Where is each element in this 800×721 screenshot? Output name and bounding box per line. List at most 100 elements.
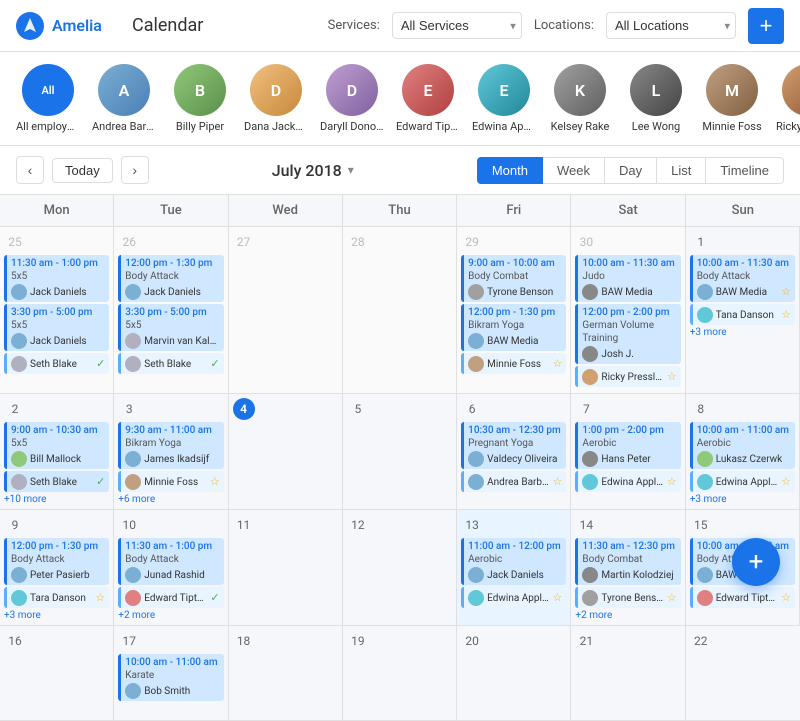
staff-dana[interactable]: D Dana Jackson xyxy=(244,64,308,133)
event[interactable]: 9:30 am - 11:00 am Bikram Yoga James Ika… xyxy=(118,422,223,469)
staff-minnie[interactable]: M Minnie Foss xyxy=(700,64,764,133)
event[interactable]: Tara Danson ☆ xyxy=(4,587,109,608)
cell-jul11[interactable]: 11 xyxy=(229,510,343,626)
cell-jul20[interactable]: 20 xyxy=(457,626,571,721)
event[interactable]: 10:00 am - 11:00 am Karate Bob Smith xyxy=(118,654,223,701)
view-month[interactable]: Month xyxy=(477,157,543,184)
cell-jul17[interactable]: 17 10:00 am - 11:00 am Karate Bob Smith xyxy=(114,626,228,721)
event[interactable]: Edward Tipton ✓ xyxy=(118,587,223,608)
event[interactable]: 12:00 pm - 1:30 pm Body Attack Jack Dani… xyxy=(118,255,223,302)
cell-jul2[interactable]: 2 9:00 am - 10:30 am 5x5 Bill Mallock Se… xyxy=(0,394,114,510)
event[interactable]: Edwina Appleby ☆ xyxy=(690,471,795,492)
staff-ricky[interactable]: R Ricky Pressley xyxy=(776,64,800,133)
cell-jul4[interactable]: 4 xyxy=(229,394,343,510)
staff-billy-name: Billy Piper xyxy=(176,120,224,133)
more-link[interactable]: +10 more xyxy=(4,494,109,505)
event[interactable]: Seth Blake ✓ xyxy=(4,353,109,374)
staff-kelsey[interactable]: K Kelsey Rake xyxy=(548,64,612,133)
staff-edward[interactable]: E Edward Tipton xyxy=(396,64,460,133)
event[interactable]: 10:30 am - 12:30 pm Pregnant Yoga Valdec… xyxy=(461,422,566,469)
cell-jul9[interactable]: 9 12:00 pm - 1:30 pm Body Attack Peter P… xyxy=(0,510,114,626)
event[interactable]: 11:30 am - 1:00 pm Body Attack Junad Ras… xyxy=(118,538,223,585)
event[interactable]: 12:00 pm - 1:30 pm Bikram Yoga BAW Media xyxy=(461,304,566,351)
fab-add-button[interactable]: + xyxy=(732,538,780,586)
star-icon: ☆ xyxy=(667,475,677,489)
services-select[interactable]: All Services xyxy=(392,12,522,39)
staff-daryll[interactable]: D Daryll Donov... xyxy=(320,64,384,133)
cell-jul16[interactable]: 16 xyxy=(0,626,114,721)
cell-jun25[interactable]: 25 11:30 am - 1:00 pm 5x5 Jack Daniels 3… xyxy=(0,227,114,394)
more-link[interactable]: +2 more xyxy=(575,610,680,621)
view-list[interactable]: List xyxy=(657,157,706,184)
more-link[interactable]: +3 more xyxy=(4,610,109,621)
cell-jun27[interactable]: 27 xyxy=(229,227,343,394)
staff-all[interactable]: All All employees xyxy=(16,64,80,133)
event[interactable]: 10:00 am - 11:00 am Aerobic Lukasz Czerw… xyxy=(690,422,795,469)
event[interactable]: Andrea Barber ☆ xyxy=(461,471,566,492)
cell-jul12[interactable]: 12 xyxy=(343,510,457,626)
cell-jul1[interactable]: 1 10:00 am - 11:30 am Body Attack BAW Me… xyxy=(686,227,800,394)
today-button[interactable]: Today xyxy=(52,158,113,183)
person-avatar xyxy=(125,474,141,490)
event[interactable]: 10:00 am - 11:30 am Body Attack BAW Medi… xyxy=(690,255,795,302)
event[interactable]: Tyrone Benson ☆ xyxy=(575,587,680,608)
event[interactable]: Seth Blake ✓ xyxy=(118,353,223,374)
staff-billy[interactable]: B Billy Piper xyxy=(168,64,232,133)
event[interactable]: 9:00 am - 10:30 am 5x5 Bill Mallock xyxy=(4,422,109,469)
cell-jul13[interactable]: 13 11:00 am - 12:00 pm Aerobic Jack Dani… xyxy=(457,510,571,626)
view-week[interactable]: Week xyxy=(543,157,605,184)
event[interactable]: 9:00 am - 10:00 am Body Combat Tyrone Be… xyxy=(461,255,566,302)
month-title[interactable]: July 2018 ▾ xyxy=(157,161,469,180)
cell-jul18[interactable]: 18 xyxy=(229,626,343,721)
staff-edward-avatar: E xyxy=(402,64,454,116)
header-tue: Tue xyxy=(114,195,228,226)
day-num: 9 xyxy=(4,514,26,536)
cell-jun30[interactable]: 30 10:00 am - 11:30 am Judo BAW Media 12… xyxy=(571,227,685,394)
cell-jun26[interactable]: 26 12:00 pm - 1:30 pm Body Attack Jack D… xyxy=(114,227,228,394)
event[interactable]: 3:30 pm - 5:00 pm 5x5 Jack Daniels xyxy=(4,304,109,351)
event[interactable]: 12:00 pm - 2:00 pm German Volume Trainin… xyxy=(575,304,680,364)
locations-select[interactable]: All Locations xyxy=(606,12,736,39)
cell-jul6[interactable]: 6 10:30 am - 12:30 pm Pregnant Yoga Vald… xyxy=(457,394,571,510)
calendar-grid: 25 11:30 am - 1:00 pm 5x5 Jack Daniels 3… xyxy=(0,227,800,721)
more-link[interactable]: +3 more xyxy=(690,327,795,338)
staff-andrea[interactable]: A Andrea Barber xyxy=(92,64,156,133)
cell-jul14[interactable]: 14 11:30 am - 12:30 pm Body Combat Marti… xyxy=(571,510,685,626)
cell-jul7[interactable]: 7 1:00 pm - 2:00 pm Aerobic Hans Peter E… xyxy=(571,394,685,510)
cell-jul5[interactable]: 5 xyxy=(343,394,457,510)
cell-jun28[interactable]: 28 xyxy=(343,227,457,394)
event[interactable]: 11:30 am - 1:00 pm 5x5 Jack Daniels xyxy=(4,255,109,302)
event[interactable]: 11:00 am - 12:00 pm Aerobic Jack Daniels xyxy=(461,538,566,585)
cell-jul8[interactable]: 8 10:00 am - 11:00 am Aerobic Lukasz Cze… xyxy=(686,394,800,510)
event[interactable]: 11:30 am - 12:30 pm Body Combat Martin K… xyxy=(575,538,680,585)
event[interactable]: Tana Danson ☆ xyxy=(690,304,795,325)
staff-dana-avatar: D xyxy=(250,64,302,116)
event[interactable]: Edward Tipton ☆ xyxy=(690,587,795,608)
prev-button[interactable]: ‹ xyxy=(16,156,44,184)
cell-jul19[interactable]: 19 xyxy=(343,626,457,721)
event[interactable]: Seth Blake ✓ xyxy=(4,471,109,492)
more-link[interactable]: +2 more xyxy=(118,610,223,621)
cell-jul10[interactable]: 10 11:30 am - 1:00 pm Body Attack Junad … xyxy=(114,510,228,626)
cell-jul3[interactable]: 3 9:30 am - 11:00 am Bikram Yoga James I… xyxy=(114,394,228,510)
cell-jun29[interactable]: 29 9:00 am - 10:00 am Body Combat Tyrone… xyxy=(457,227,571,394)
event[interactable]: 1:00 pm - 2:00 pm Aerobic Hans Peter xyxy=(575,422,680,469)
view-timeline[interactable]: Timeline xyxy=(706,157,784,184)
view-day[interactable]: Day xyxy=(605,157,657,184)
staff-lee[interactable]: L Lee Wong xyxy=(624,64,688,133)
event[interactable]: Minnie Foss ☆ xyxy=(118,471,223,492)
staff-edwina[interactable]: E Edwina Appl... xyxy=(472,64,536,133)
event[interactable]: Edwina Appleby ☆ xyxy=(575,471,680,492)
event[interactable]: 3:30 pm - 5:00 pm 5x5 Marvin van Kalovsb… xyxy=(118,304,223,351)
event[interactable]: Ricky Pressley ☆ xyxy=(575,366,680,387)
more-link[interactable]: +6 more xyxy=(118,494,223,505)
more-link[interactable]: +3 more xyxy=(690,494,795,505)
next-button[interactable]: › xyxy=(121,156,149,184)
add-button[interactable]: + xyxy=(748,8,784,44)
cell-jul21[interactable]: 21 xyxy=(571,626,685,721)
cell-jul22[interactable]: 22 xyxy=(686,626,800,721)
event[interactable]: 10:00 am - 11:30 am Judo BAW Media xyxy=(575,255,680,302)
event[interactable]: Minnie Foss ☆ xyxy=(461,353,566,374)
event[interactable]: Edwina Appleby ☆ xyxy=(461,587,566,608)
event[interactable]: 12:00 pm - 1:30 pm Body Attack Peter Pas… xyxy=(4,538,109,585)
